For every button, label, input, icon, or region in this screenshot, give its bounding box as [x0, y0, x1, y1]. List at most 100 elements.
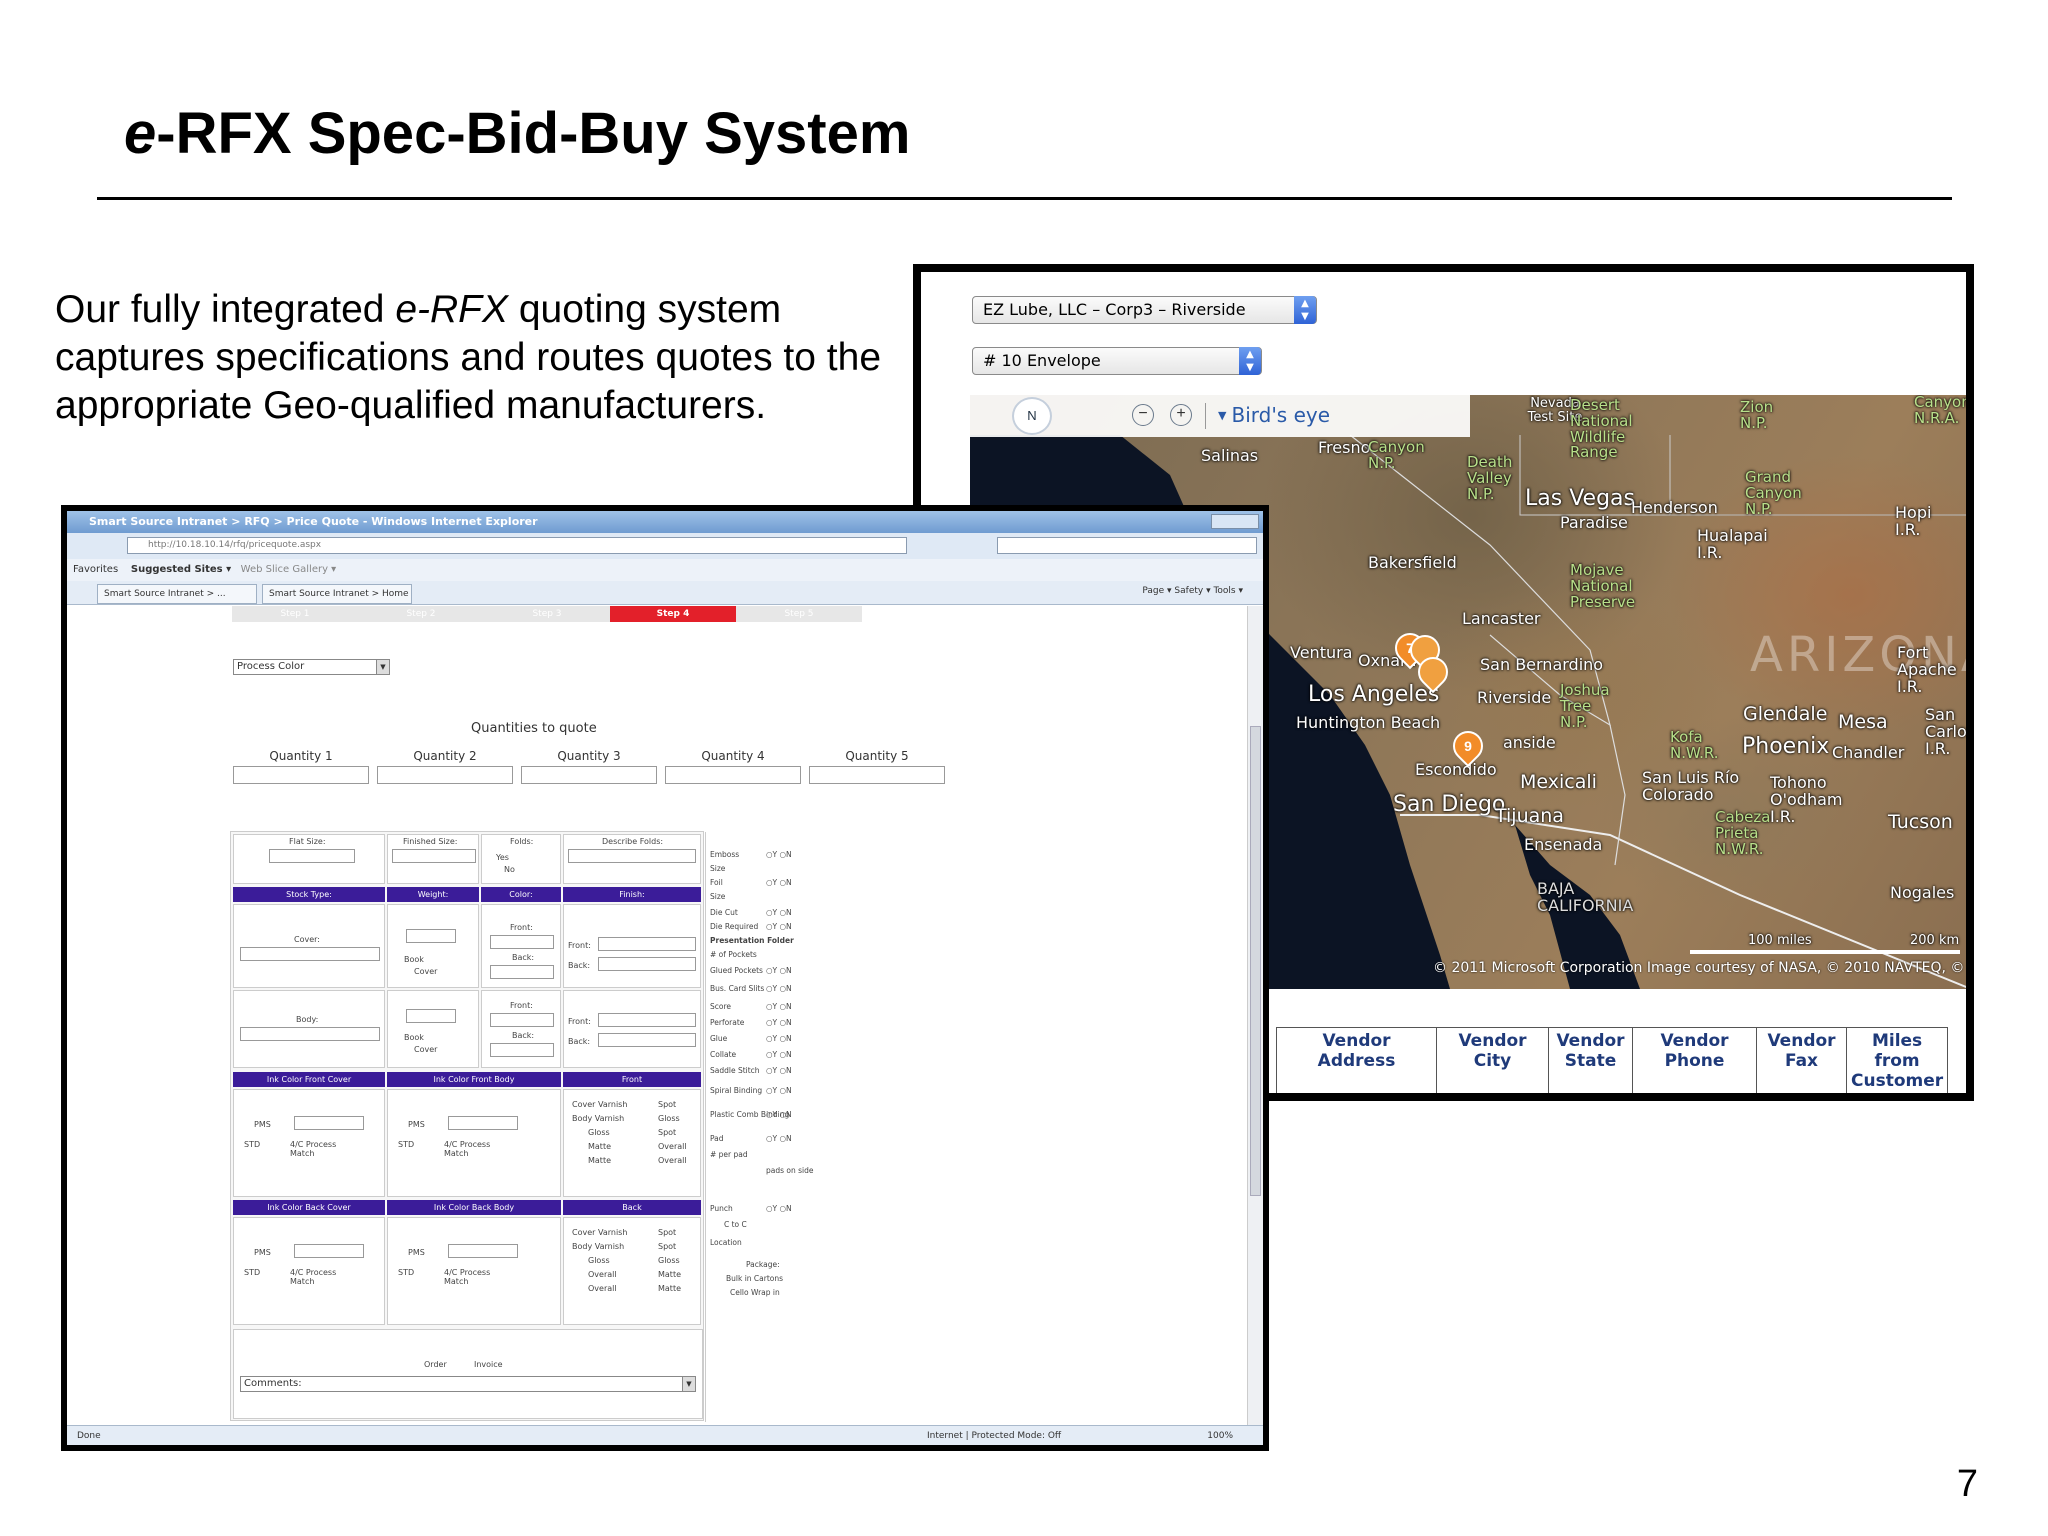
quantity-4-input[interactable]	[665, 766, 801, 784]
option-c-to-c[interactable]: C to C	[724, 1220, 747, 1229]
cover-varnish-option[interactable]: Cover Varnish	[572, 1100, 627, 1109]
matte-option[interactable]: Matte	[658, 1284, 681, 1293]
yes-no-radios[interactable]: ○Y ○N	[766, 1034, 792, 1043]
std-option[interactable]: STD	[398, 1140, 414, 1149]
yes-no-radios[interactable]: ○Y ○N	[766, 1018, 792, 1027]
finish-front-input[interactable]	[598, 1013, 696, 1027]
option-glue[interactable]: Glue ○Y ○N	[710, 1034, 792, 1043]
yes-no-radios[interactable]: ○Y ○N	[766, 1066, 792, 1075]
yes-no-radios[interactable]: ○Y ○N	[766, 1086, 792, 1095]
body-weight-input[interactable]	[406, 1009, 456, 1023]
compass-icon[interactable]: N	[1012, 397, 1052, 435]
ie-command-bar[interactable]: Page ▾ Safety ▾ Tools ▾	[1142, 586, 1243, 596]
matte-option[interactable]: Matte	[588, 1142, 611, 1151]
option-punch[interactable]: Punch ○Y ○N	[710, 1204, 792, 1213]
step-4[interactable]: Step 4	[610, 606, 736, 622]
book-option[interactable]: Book	[404, 1033, 424, 1042]
finish-back-input[interactable]	[598, 957, 696, 971]
col-vendor-city[interactable]: Vendor City	[1436, 1027, 1549, 1093]
col-vendor-state[interactable]: Vendor State	[1548, 1027, 1633, 1093]
folds-no[interactable]: No	[504, 865, 515, 874]
url-input[interactable]: http://10.18.10.14/rfq/pricequote.aspx	[127, 537, 907, 554]
ie-vertical-scrollbar[interactable]	[1247, 606, 1263, 1426]
scrollbar-thumb[interactable]	[1250, 726, 1261, 1196]
product-select[interactable]: # 10 Envelope ▲ ▼	[972, 347, 1262, 375]
option-score[interactable]: Score ○Y ○N	[710, 1002, 792, 1011]
color-back-input[interactable]	[490, 965, 554, 979]
option-bulk-cartons[interactable]: Bulk in Cartons	[726, 1274, 783, 1283]
gloss-option[interactable]: Gloss	[658, 1114, 680, 1123]
comments-field[interactable]: Comments: ▼	[240, 1376, 696, 1392]
color-back-input[interactable]	[490, 1043, 554, 1057]
yes-no-radios[interactable]: ○Y ○N	[766, 1110, 792, 1119]
pms-option[interactable]: PMS	[408, 1248, 425, 1257]
color-select[interactable]: Process Color ▼	[233, 659, 390, 675]
option-location[interactable]: Location	[710, 1238, 742, 1247]
flat-size-input[interactable]	[269, 849, 355, 863]
spot-option[interactable]: Spot	[658, 1100, 676, 1109]
quantity-3-input[interactable]	[521, 766, 657, 784]
col-vendor-fax[interactable]: Vendor Fax	[1756, 1027, 1847, 1093]
std-option[interactable]: STD	[398, 1268, 414, 1277]
pms-input[interactable]	[448, 1244, 518, 1258]
option-saddle-stitch[interactable]: Saddle Stitch ○Y ○N	[710, 1066, 792, 1075]
option-foil[interactable]: Foil ○Y ○N	[710, 878, 792, 887]
color-front-input[interactable]	[490, 935, 554, 949]
option-comb-binding[interactable]: Plastic Comb Binding ○Y ○N	[710, 1110, 792, 1119]
pms-option[interactable]: PMS	[408, 1120, 425, 1129]
pms-option[interactable]: PMS	[254, 1120, 271, 1129]
option-die-required[interactable]: Die Required ○Y ○N	[710, 922, 792, 931]
option-per-pad[interactable]: # per pad	[710, 1150, 748, 1159]
option-pad[interactable]: Pad ○Y ○N	[710, 1134, 792, 1143]
gloss-option[interactable]: Gloss	[658, 1256, 680, 1265]
col-vendor-phone[interactable]: Vendor Phone	[1632, 1027, 1757, 1093]
col-vendor-address[interactable]: Vendor Address	[1276, 1027, 1437, 1093]
pms-input[interactable]	[448, 1116, 518, 1130]
yes-no-radios[interactable]: ○Y ○N	[766, 966, 792, 975]
yes-no-radios[interactable]: ○Y ○N	[766, 850, 792, 859]
cover-varnish-option[interactable]: Cover Varnish	[572, 1228, 627, 1237]
yes-no-radios[interactable]: ○Y ○N	[766, 984, 792, 993]
option-glued-pockets[interactable]: Glued Pockets ○Y ○N	[710, 966, 792, 975]
customer-select[interactable]: EZ Lube, LLC – Corp3 – Riverside ▲ ▼	[972, 296, 1317, 324]
col-miles-from-customer[interactable]: Miles from Customer	[1845, 1027, 1949, 1093]
pms-input[interactable]	[294, 1244, 364, 1258]
pms-input[interactable]	[294, 1116, 364, 1130]
body-varnish-option[interactable]: Body Varnish	[572, 1114, 624, 1123]
finish-front-input[interactable]	[598, 937, 696, 951]
overall-option[interactable]: Overall	[658, 1142, 687, 1151]
yes-no-radios[interactable]: ○Y ○N	[766, 922, 792, 931]
ie-search-input[interactable]	[997, 537, 1257, 554]
favorites-button[interactable]: Favorites	[73, 564, 118, 575]
window-controls[interactable]	[1211, 514, 1259, 529]
option-size[interactable]: Size	[710, 864, 725, 873]
describe-folds-input[interactable]	[568, 849, 696, 863]
birds-eye-button[interactable]: ▼ Bird's eye	[1218, 403, 1330, 427]
zoom-out-button[interactable]: −	[1132, 404, 1154, 426]
step-1[interactable]: Step 1	[232, 606, 358, 622]
std-option[interactable]: STD	[244, 1268, 260, 1277]
finish-back-input[interactable]	[598, 1033, 696, 1047]
cover-stock-input[interactable]	[240, 947, 380, 961]
option-perforate[interactable]: Perforate ○Y ○N	[710, 1018, 792, 1027]
step-3[interactable]: Step 3	[484, 606, 610, 622]
process-match-option[interactable]: 4/C Process Match	[444, 1268, 504, 1286]
option-die-cut[interactable]: Die Cut ○Y ○N	[710, 908, 792, 917]
option-collate[interactable]: Collate ○Y ○N	[710, 1050, 792, 1059]
quantity-2-input[interactable]	[377, 766, 513, 784]
gloss-option[interactable]: Gloss	[588, 1128, 610, 1137]
yes-no-radios[interactable]: ○Y ○N	[766, 1204, 792, 1213]
cover-weight-input[interactable]	[406, 929, 456, 943]
spot-option[interactable]: Spot	[658, 1242, 676, 1251]
web-slice-link[interactable]: Web Slice Gallery ▾	[241, 564, 337, 575]
ie-tab-1[interactable]: Smart Source Intranet > ...	[97, 584, 257, 604]
order-checkbox[interactable]: Order	[424, 1360, 447, 1369]
body-stock-input[interactable]	[240, 1027, 380, 1041]
overall-option[interactable]: Overall	[658, 1156, 687, 1165]
ie-tab-2[interactable]: Smart Source Intranet > Home	[262, 584, 412, 604]
overall-option[interactable]: Overall	[588, 1284, 617, 1293]
process-match-option[interactable]: 4/C Process Match	[290, 1268, 350, 1286]
gloss-option[interactable]: Gloss	[588, 1256, 610, 1265]
option-size[interactable]: Size	[710, 892, 725, 901]
option-pads-on-side[interactable]: pads on side	[766, 1166, 814, 1175]
